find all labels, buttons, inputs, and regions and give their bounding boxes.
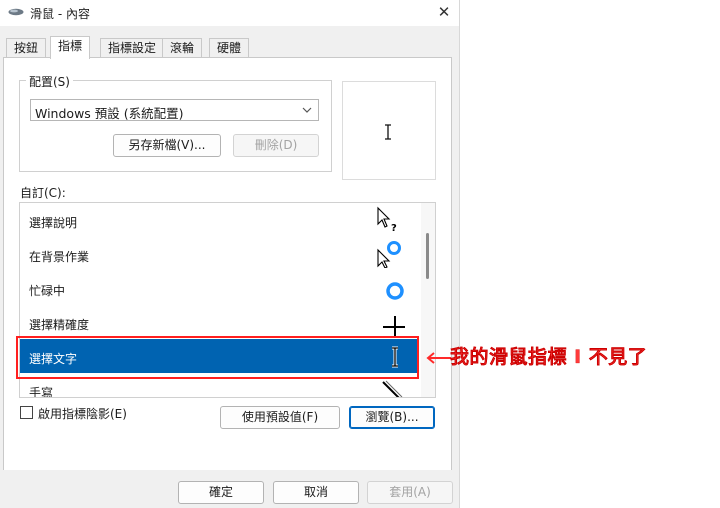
save-as-button[interactable]: 另存新檔(V)...	[113, 134, 221, 157]
tab-label: 滾輪	[170, 41, 195, 55]
row-label: 選擇精確度	[29, 318, 90, 332]
pointer-shadow-label: 啟用指標陰影(E)	[38, 407, 127, 421]
help-select-cursor-icon: ?	[377, 206, 397, 234]
list-item[interactable]: 在背景作業	[20, 237, 418, 271]
row-label: 手寫	[29, 386, 54, 398]
svg-text:?: ?	[391, 223, 397, 234]
mouse-app-icon	[8, 8, 24, 16]
tab-hardware[interactable]: 硬體	[209, 38, 250, 58]
dialog-footer: 確定 取消 套用(A)	[0, 470, 459, 508]
tab-strip: 按鈕 指標 指標設定 滾輪 硬體	[0, 26, 459, 59]
scroll-thumb[interactable]	[426, 233, 429, 279]
close-icon: ✕	[437, 3, 451, 21]
browse-button[interactable]: 瀏覽(B)...	[349, 406, 435, 429]
scheme-label: 配置(S)	[26, 73, 73, 90]
pointer-shadow-checkbox[interactable]	[20, 406, 33, 419]
text-select-preview-icon	[385, 124, 391, 140]
list-item[interactable]: 忙碌中	[20, 271, 418, 305]
use-default-button[interactable]: 使用預設值(F)	[220, 406, 340, 429]
annotation-text: 我的滑鼠指標 I 不見了	[450, 346, 648, 368]
list-scrollbar[interactable]	[421, 203, 435, 397]
tab-pointers[interactable]: 指標	[50, 36, 91, 59]
handwriting-cursor-icon	[382, 380, 403, 397]
scheme-groupbox	[19, 80, 332, 172]
apply-button[interactable]: 套用(A)	[367, 481, 453, 504]
scheme-select[interactable]: Windows 預設 (系統配置)	[30, 99, 319, 121]
tab-label: 指標	[58, 39, 83, 53]
tab-label: 按鈕	[14, 41, 39, 55]
window-title: 滑鼠 - 內容	[30, 7, 90, 21]
precision-select-cursor-icon	[383, 316, 405, 336]
mouse-properties-dialog: 滑鼠 - 內容 ✕ 按鈕 指標 指標設定 滾輪 硬體 配置(S) Windows…	[0, 0, 460, 508]
arrow-left-icon	[426, 352, 451, 364]
tab-label: 指標設定	[108, 41, 157, 55]
cursor-preview	[342, 81, 436, 180]
delete-button[interactable]: 刪除(D)	[233, 134, 319, 157]
tab-wheel[interactable]: 滾輪	[162, 38, 203, 58]
tab-pointer-options[interactable]: 指標設定	[100, 38, 165, 58]
ok-button[interactable]: 確定	[178, 481, 264, 504]
scheme-selected-value: Windows 預設 (系統配置)	[35, 106, 184, 121]
highlight-box	[16, 336, 419, 379]
busy-cursor-icon	[386, 282, 404, 300]
chevron-down-icon	[302, 107, 312, 113]
title-bar: 滑鼠 - 內容 ✕	[0, 0, 459, 26]
cancel-button[interactable]: 取消	[273, 481, 359, 504]
customize-label: 自訂(C):	[20, 186, 66, 200]
tab-buttons[interactable]: 按鈕	[6, 38, 47, 58]
close-button[interactable]: ✕	[430, 1, 458, 23]
list-item[interactable]: 選擇說明 ?	[20, 203, 418, 237]
row-label: 在背景作業	[29, 250, 90, 264]
working-in-background-cursor-icon	[377, 241, 401, 268]
row-label: 選擇說明	[29, 216, 78, 230]
row-label: 忙碌中	[29, 284, 66, 298]
tab-label: 硬體	[217, 41, 242, 55]
list-item[interactable]: 選擇精確度	[20, 305, 418, 339]
